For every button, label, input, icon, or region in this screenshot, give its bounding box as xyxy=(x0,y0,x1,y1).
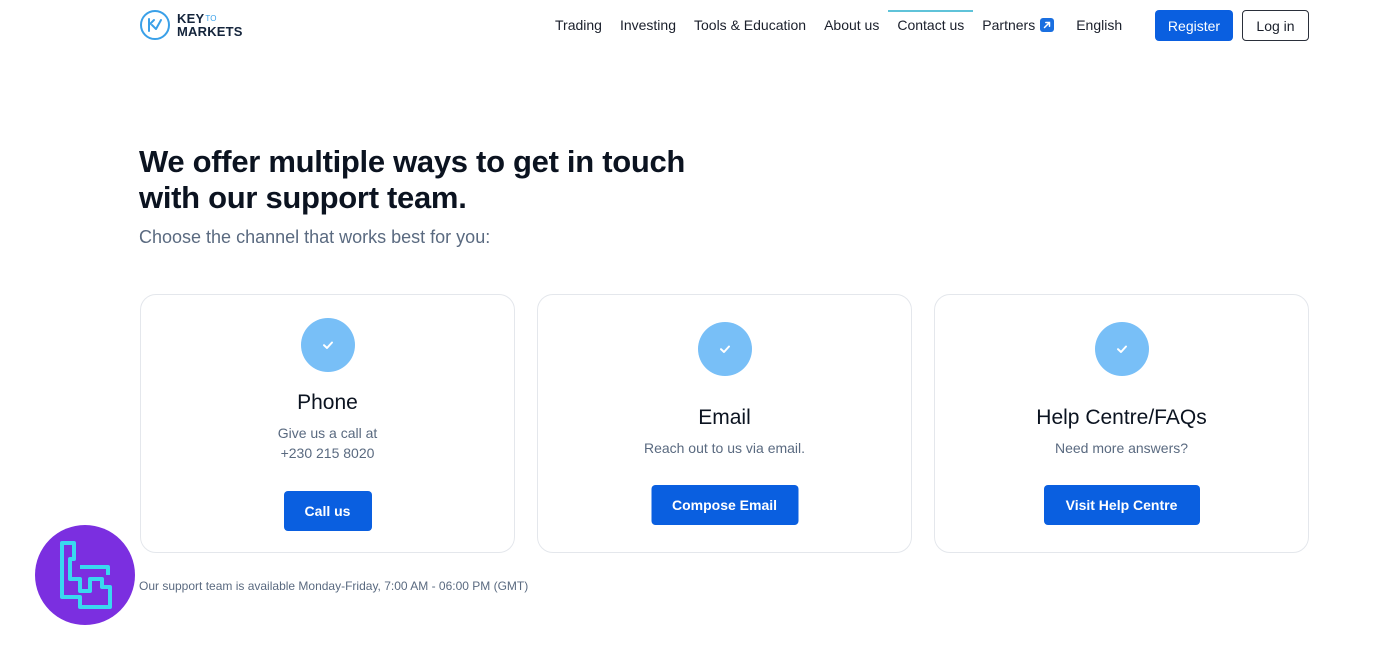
main-nav: Trading Investing Tools & Education Abou… xyxy=(546,10,1131,40)
help-centre-card-text: Need more answers? xyxy=(1054,440,1189,456)
login-button[interactable]: Log in xyxy=(1242,10,1309,41)
visit-help-centre-button[interactable]: Visit Help Centre xyxy=(1043,485,1200,525)
page-subtitle: Choose the channel that works best for y… xyxy=(139,227,491,247)
badge-mark-icon xyxy=(60,541,112,609)
phone-card-text: Give us a call at +230 215 8020 xyxy=(141,423,514,463)
key-to-markets-logo[interactable]: KEYTO MARKETS xyxy=(139,9,243,41)
compose-email-button[interactable]: Compose Email xyxy=(651,485,798,525)
support-hours-note: Our support team is available Monday-Fri… xyxy=(139,579,529,593)
check-icon xyxy=(300,318,355,372)
nav-item-partners[interactable]: Partners xyxy=(973,10,1063,40)
phone-card-title: Phone xyxy=(297,391,358,414)
help-centre-card-title: Help Centre/FAQs xyxy=(1036,406,1207,429)
check-icon xyxy=(1094,322,1149,376)
phone-number: +230 215 8020 xyxy=(280,445,375,461)
nav-item-investing[interactable]: Investing xyxy=(611,10,685,40)
nav-item-contact-us[interactable]: Contact us xyxy=(888,10,974,40)
email-card-text: Reach out to us via email. xyxy=(643,440,806,456)
check-icon xyxy=(697,322,752,376)
phone-card: Phone Give us a call at +230 215 8020 Ca… xyxy=(140,294,515,553)
email-card: Email Reach out to us via email. Compose… xyxy=(537,294,912,553)
page-title: We offer multiple ways to get in touch w… xyxy=(139,144,686,215)
external-link-icon xyxy=(1040,18,1055,32)
language-selector[interactable]: English xyxy=(1067,10,1131,40)
help-centre-card: Help Centre/FAQs Need more answers? Visi… xyxy=(934,294,1309,553)
email-card-title: Email xyxy=(698,406,751,429)
nav-item-tools-education[interactable]: Tools & Education xyxy=(685,10,815,40)
site-header: KEYTO MARKETS Trading Investing Tools & … xyxy=(0,0,1393,52)
watermark-badge-icon xyxy=(35,525,135,625)
nav-item-about-us[interactable]: About us xyxy=(815,10,888,40)
nav-item-trading[interactable]: Trading xyxy=(546,10,611,40)
call-us-button[interactable]: Call us xyxy=(283,491,372,531)
logo-mark-icon xyxy=(140,10,170,40)
logo-wordmark: KEYTO MARKETS xyxy=(177,11,243,39)
register-button[interactable]: Register xyxy=(1155,10,1233,41)
